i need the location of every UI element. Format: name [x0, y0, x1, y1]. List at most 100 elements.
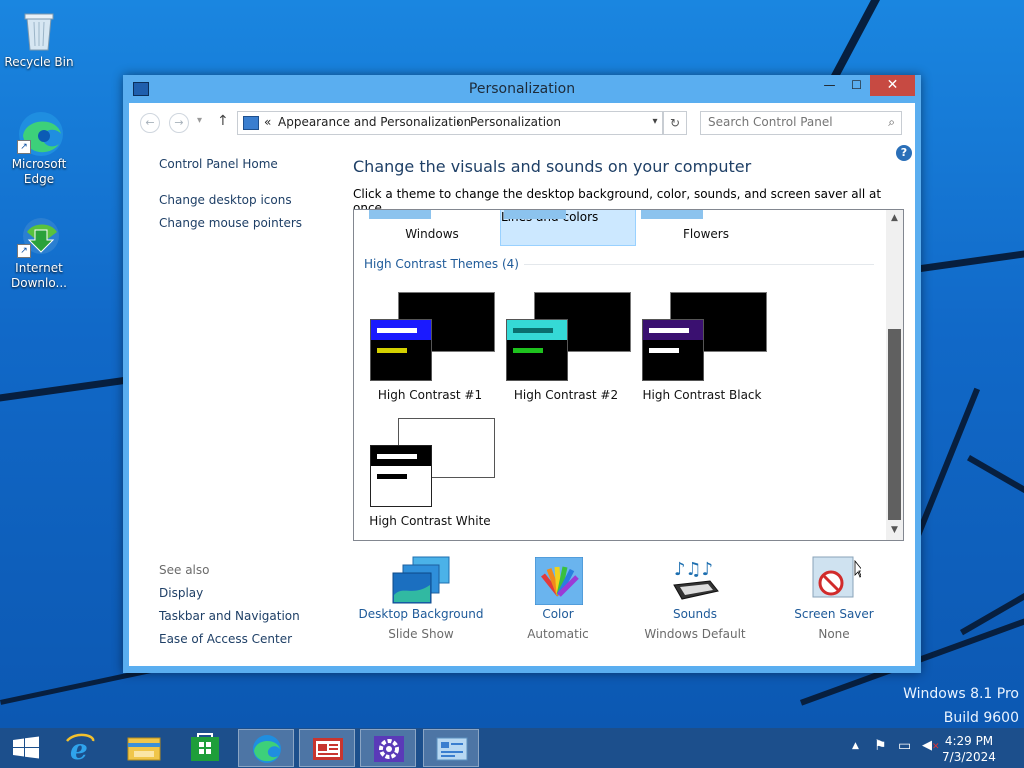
theme-preview-line [649, 348, 679, 353]
maximize-button[interactable]: ☐ [843, 75, 870, 96]
sounds-setting[interactable]: ♪♫♪ Sounds Windows Default [620, 555, 770, 655]
breadcrumb-overflow[interactable]: « [264, 115, 271, 129]
setting-value: Automatic [527, 627, 589, 641]
theme-thumbnail [504, 210, 566, 219]
control-panel-icon [436, 737, 468, 761]
setting-value: Slide Show [388, 627, 454, 641]
desktop-background-icon [391, 555, 451, 610]
theme-preview-line [377, 328, 417, 333]
theme-windows[interactable]: Windows [354, 210, 500, 246]
wallpaper-line [967, 455, 1024, 521]
internet-download-manager-icon: ↗ [17, 214, 61, 258]
system-clock[interactable]: 4:29 PM 7/3/2024 [934, 733, 1004, 765]
desktop-background-setting[interactable]: Desktop Background Slide Show [346, 555, 496, 655]
close-button[interactable]: ✕ [870, 75, 915, 96]
taskbar-edge[interactable] [238, 729, 294, 767]
theme-list-scrollbar[interactable]: ▲ ▼ [886, 210, 903, 540]
recent-locations-dropdown[interactable]: ▾ [197, 115, 202, 126]
taskbar-file-explorer[interactable] [116, 729, 172, 767]
setting-title[interactable]: Screen Saver [759, 607, 909, 621]
desktop-icon-internet-download-manager[interactable]: ↗ Internet Downlo... [1, 214, 77, 291]
setting-title[interactable]: Sounds [620, 607, 770, 621]
link-taskbar-and-navigation[interactable]: Taskbar and Navigation [159, 609, 300, 623]
network-icon[interactable]: ▭ [898, 738, 911, 754]
theme-preview-line [649, 328, 689, 333]
navigation-bar: ← → ▾ ↑ « Appearance and Personalization… [129, 103, 915, 143]
breadcrumb-appearance[interactable]: Appearance and Personalization [278, 115, 471, 129]
group-divider [524, 264, 874, 265]
theme-preview-dialog [506, 319, 568, 381]
desktop-icon-microsoft-edge[interactable]: ↗ Microsoft Edge [1, 110, 77, 187]
svg-text:♪♫♪: ♪♫♪ [674, 559, 713, 580]
shortcut-arrow-icon: ↗ [17, 140, 31, 154]
taskbar-store[interactable] [177, 729, 233, 767]
edge-icon: ↗ [17, 110, 63, 156]
theme-thumbnail [641, 210, 703, 219]
setting-title[interactable]: Color [483, 607, 633, 621]
scrollbar-thumb[interactable] [888, 329, 901, 520]
setting-value: Windows Default [644, 627, 746, 641]
control-panel-icon [243, 116, 259, 130]
theme-preview-line [513, 348, 543, 353]
theme-preview-line [513, 328, 553, 333]
address-dropdown-icon[interactable]: ▾ [648, 111, 662, 133]
file-explorer-icon [127, 737, 161, 761]
up-button[interactable]: ↑ [217, 113, 229, 129]
theme-label: Flowers [683, 227, 729, 241]
page-title: Change the visuals and sounds on your co… [353, 157, 752, 176]
taskbar-news[interactable] [299, 729, 355, 767]
taskbar-control-panel[interactable] [423, 729, 479, 767]
tray-overflow-chevron-icon[interactable]: ▲ [852, 741, 859, 751]
breadcrumb-personalization[interactable]: Personalization [470, 115, 561, 129]
desktop-icon-label: Recycle Bin [4, 55, 74, 69]
title-bar[interactable]: Personalization — ☐ ✕ [123, 75, 921, 103]
settings-icon [374, 736, 404, 762]
theme-high-contrast-2[interactable]: High Contrast #2 [504, 292, 634, 404]
taskbar-internet-explorer[interactable]: e [55, 729, 111, 767]
action-center-flag-icon[interactable]: ⚑ [874, 738, 887, 754]
theme-lines-and-colors-selected[interactable]: Lines and colors [500, 210, 636, 246]
start-button[interactable] [0, 729, 56, 767]
link-change-desktop-icons[interactable]: Change desktop icons [159, 193, 292, 207]
link-display[interactable]: Display [159, 586, 203, 600]
desktop-icon-recycle-bin[interactable]: Recycle Bin [1, 8, 77, 70]
taskbar-settings[interactable] [360, 729, 416, 767]
theme-high-contrast-black[interactable]: High Contrast Black [640, 292, 770, 404]
color-setting[interactable]: Color Automatic [483, 555, 633, 655]
theme-preview-dialog [370, 319, 432, 381]
theme-label: Windows [405, 227, 459, 241]
clock-time: 4:29 PM [944, 734, 994, 748]
setting-title[interactable]: Desktop Background [346, 607, 496, 621]
theme-high-contrast-1[interactable]: High Contrast #1 [368, 292, 498, 404]
see-also-title: See also [159, 563, 210, 577]
back-button[interactable]: ← [140, 113, 160, 133]
theme-high-contrast-white[interactable]: High Contrast White [368, 418, 498, 530]
theme-label: High Contrast Black [642, 388, 762, 402]
forward-button[interactable]: → [169, 113, 189, 133]
start-icon [13, 736, 39, 759]
screen-saver-setting[interactable]: Screen Saver None [759, 555, 909, 655]
store-icon [191, 733, 219, 761]
link-ease-of-access-center[interactable]: Ease of Access Center [159, 632, 292, 646]
help-icon[interactable]: ? [896, 145, 912, 161]
theme-flowers[interactable]: Flowers [636, 210, 776, 246]
link-change-mouse-pointers[interactable]: Change mouse pointers [159, 216, 302, 230]
breadcrumb-chevron-icon[interactable]: › [456, 115, 461, 129]
search-input[interactable] [701, 112, 878, 132]
theme-preview-line [377, 348, 407, 353]
edge-icon [253, 735, 281, 763]
link-control-panel-home[interactable]: Control Panel Home [159, 157, 278, 171]
desktop-icon-label: Internet Downlo... [11, 261, 67, 290]
setting-value: None [818, 627, 850, 641]
scroll-up-icon[interactable]: ▲ [886, 213, 903, 223]
search-icon[interactable]: ⌕ [888, 115, 895, 130]
theme-label: High Contrast #1 [377, 388, 483, 402]
shortcut-arrow-icon: ↗ [17, 244, 31, 258]
theme-list[interactable]: Windows Lines and colors Flowers High Co… [353, 209, 904, 541]
search-box[interactable]: ⌕ [700, 111, 902, 135]
scroll-down-icon[interactable]: ▼ [886, 525, 903, 535]
minimize-button[interactable]: — [816, 75, 843, 96]
os-watermark-edition: Windows 8.1 Pro [903, 686, 1019, 702]
address-bar[interactable]: « Appearance and Personalization › Perso… [237, 111, 663, 135]
refresh-button[interactable]: ↻ [663, 111, 687, 135]
